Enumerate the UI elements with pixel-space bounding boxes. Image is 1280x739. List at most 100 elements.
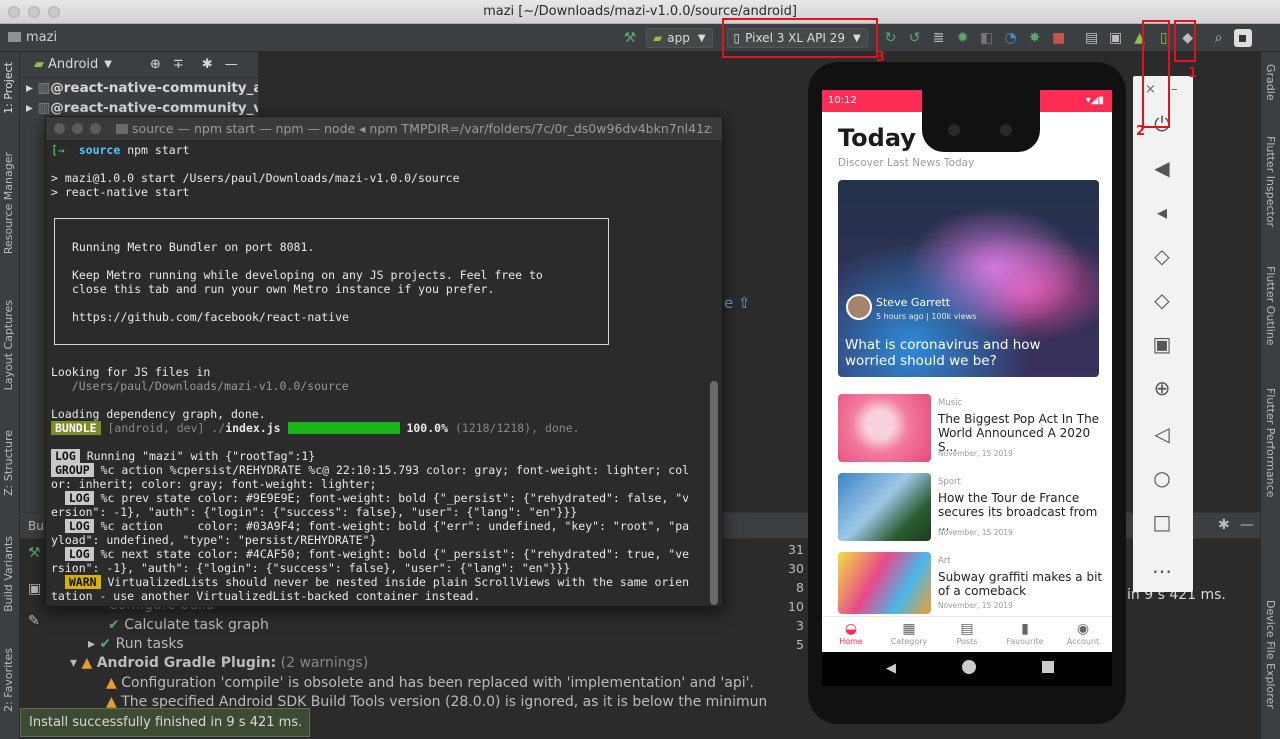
annotation-box-1: [1174, 20, 1196, 62]
terminal-scrollbar[interactable]: [710, 381, 718, 605]
article-list-item[interactable]: Art Subway graffiti makes a bit of a com…: [838, 552, 1108, 620]
gear-icon[interactable]: ✱: [1218, 517, 1230, 533]
coverage-icon[interactable]: ◧: [978, 29, 996, 47]
account-icon: ◉: [1076, 621, 1090, 637]
pin-icon[interactable]: ✎: [28, 613, 40, 629]
hide-panel-icon[interactable]: —: [1240, 517, 1254, 533]
target-icon[interactable]: ⊕: [150, 57, 161, 72]
tab-home[interactable]: ◒ Home: [822, 617, 880, 656]
tab-resource-manager[interactable]: Resource Manager: [2, 152, 15, 254]
apply-changes-icon[interactable]: ↻: [882, 29, 900, 47]
home-button-icon[interactable]: [962, 660, 976, 674]
annotation-number: 3: [876, 50, 886, 65]
hammer-icon[interactable]: ⚒: [621, 29, 639, 47]
android-icon: ▰: [34, 57, 44, 72]
check-icon: ✔: [99, 636, 112, 652]
sdk-manager-icon[interactable]: ▣: [1107, 29, 1125, 47]
gear-icon[interactable]: ✱: [202, 57, 213, 72]
rerun-icon[interactable]: ▣: [28, 581, 41, 597]
tab-device-file-explorer[interactable]: Device File Explorer: [1264, 600, 1277, 709]
collapse-icon[interactable]: ∓: [173, 57, 184, 72]
project-breadcrumb[interactable]: mazi: [8, 30, 57, 45]
log-line: LOG %c action color: #03A9F4; font-weigh…: [51, 519, 689, 533]
tab-layout-captures[interactable]: Layout Captures: [2, 300, 15, 390]
search-icon[interactable]: ⌕: [1210, 29, 1228, 47]
back-icon[interactable]: ◀: [886, 661, 896, 676]
avatar: [846, 294, 872, 320]
build-item-run-tasks[interactable]: ▸ ✔ Run tasks: [88, 636, 184, 652]
main-toolbar: mazi ⚒ ▰ app ▼ ▯ Pixel 3 XL API 29 ▼ ↻ ↺ ≣ ✹…: [0, 24, 1280, 52]
tab-posts[interactable]: ▤ Posts: [938, 617, 996, 656]
article-list-item[interactable]: Music The Biggest Pop Act In The World A…: [838, 394, 1108, 462]
tab-account[interactable]: ◉ Account: [1054, 617, 1112, 656]
tab-flutter-outline[interactable]: Flutter Outline: [1264, 266, 1277, 346]
metro-link[interactable]: https://github.com/facebook/react-native: [72, 310, 349, 324]
hero-card[interactable]: Steve Garrett 5 hours ago | 100k views W…: [838, 180, 1099, 377]
tab-project[interactable]: 1: Project: [2, 62, 15, 114]
minimize-window-button[interactable]: [72, 123, 83, 134]
volume-down-icon[interactable]: ◂: [1150, 200, 1174, 224]
terminal-title: source — npm start — npm — node ◂ npm TM…: [132, 121, 712, 136]
build-warning-1[interactable]: ▲ Configuration 'compile' is obsolete an…: [106, 675, 754, 691]
apply-code-changes-icon[interactable]: ↺: [906, 29, 924, 47]
article-list-item[interactable]: Sport How the Tour de France secures its…: [838, 473, 1108, 541]
check-icon: ✔: [108, 617, 120, 633]
metro-line: Keep Metro running while developing on a…: [72, 268, 543, 282]
tab-favourite[interactable]: ▮ Favourite: [996, 617, 1054, 656]
project-panel-header: ▰ Android ▼ ⊕ ∓ ✱ —: [20, 52, 258, 78]
attach-debugger-icon[interactable]: ✸: [1026, 29, 1044, 47]
home-icon[interactable]: ○: [1150, 466, 1174, 490]
rotate-left-icon[interactable]: ◇: [1150, 244, 1174, 268]
account-icon[interactable]: ▪: [1233, 29, 1252, 47]
zoom-icon[interactable]: ⊕: [1150, 376, 1174, 400]
stop-icon[interactable]: ■: [1050, 29, 1068, 47]
android-icon: ▰: [653, 31, 663, 45]
more-icon[interactable]: …: [1150, 554, 1174, 578]
build-item-calculate[interactable]: ✔ Calculate task graph: [108, 617, 269, 633]
close-window-button[interactable]: [54, 123, 65, 134]
warn-line: tation - use another VirtualizedList-bac…: [51, 589, 481, 603]
camera-icon: [1000, 124, 1012, 136]
folder-icon: [116, 124, 128, 134]
tab-gradle[interactable]: Gradle: [1264, 64, 1277, 101]
overview-icon[interactable]: □: [1150, 510, 1174, 534]
article-date: November, 15 2019: [938, 601, 1013, 610]
logcat-icon[interactable]: ≣: [930, 29, 948, 47]
right-tool-strip: Gradle Flutter Inspector Flutter Outline…: [1260, 52, 1280, 739]
run-config-dropdown[interactable]: ▰ app ▼: [646, 28, 713, 48]
volume-up-icon[interactable]: ◀: [1150, 156, 1174, 180]
article-date: November, 15 2019: [938, 528, 1013, 537]
article-title: The Biggest Pop Act In The World Announc…: [938, 412, 1100, 454]
log-line: LOG %c prev state color: #9E9E9E; font-w…: [51, 491, 689, 505]
bottom-tab-bar: ◒ Home ▦ Category ▤ Posts ▮ Favourite ◉ Accou…: [822, 616, 1112, 656]
log-line: rsion": -1}, "auth": {"login": {"success…: [51, 561, 571, 575]
project-view-selector[interactable]: Android: [48, 57, 98, 72]
zoom-window-button[interactable]: [90, 123, 101, 134]
tab-flutter-inspector[interactable]: Flutter Inspector: [1264, 136, 1277, 227]
tab-build-variants[interactable]: Build Variants: [2, 536, 15, 612]
log-line: ersion": -1}, "auth": {"login": {"succes…: [51, 505, 578, 519]
rotate-right-icon[interactable]: ◇: [1150, 288, 1174, 312]
tab-structure[interactable]: Z: Structure: [2, 430, 15, 496]
tab-category[interactable]: ▦ Category: [880, 617, 938, 656]
emulator-controls: × – ⏻ ◀ ◂ ◇ ◇ ▣ ⊕ ◁ ○ □ …: [1133, 76, 1193, 592]
back-icon[interactable]: ◁: [1150, 422, 1174, 446]
hammer-icon[interactable]: ⚒: [28, 545, 41, 561]
hide-panel-icon[interactable]: —: [225, 57, 238, 72]
install-notification[interactable]: Install successfully finished in 9 s 421…: [20, 708, 310, 737]
profiler-icon[interactable]: ◔: [1002, 29, 1020, 47]
minimize-icon[interactable]: –: [1171, 82, 1178, 97]
tree-item[interactable]: ▸ ▥@react-native-community_vi: [20, 98, 258, 118]
tab-flutter-performance[interactable]: Flutter Performance: [1264, 388, 1277, 497]
overview-icon[interactable]: [1042, 661, 1054, 673]
metro-line: Running Metro Bundler on port 8081.: [72, 240, 315, 254]
annotation-box-2: [1142, 20, 1170, 128]
debug-icon[interactable]: ✹: [954, 29, 972, 47]
android-nav-bar: ◀: [822, 652, 1112, 686]
build-item-gradle-plugin[interactable]: ▾ ▲ Android Gradle Plugin: (2 warnings): [70, 655, 368, 671]
sync-project-icon[interactable]: ▤: [1083, 29, 1101, 47]
tree-item[interactable]: ▸ ▥@react-native-community_as: [20, 78, 258, 98]
article-title: Subway graffiti makes a bit of a comebac…: [938, 570, 1103, 598]
camera-icon[interactable]: ▣: [1150, 332, 1174, 356]
tab-favorites[interactable]: 2: Favorites: [2, 648, 15, 712]
